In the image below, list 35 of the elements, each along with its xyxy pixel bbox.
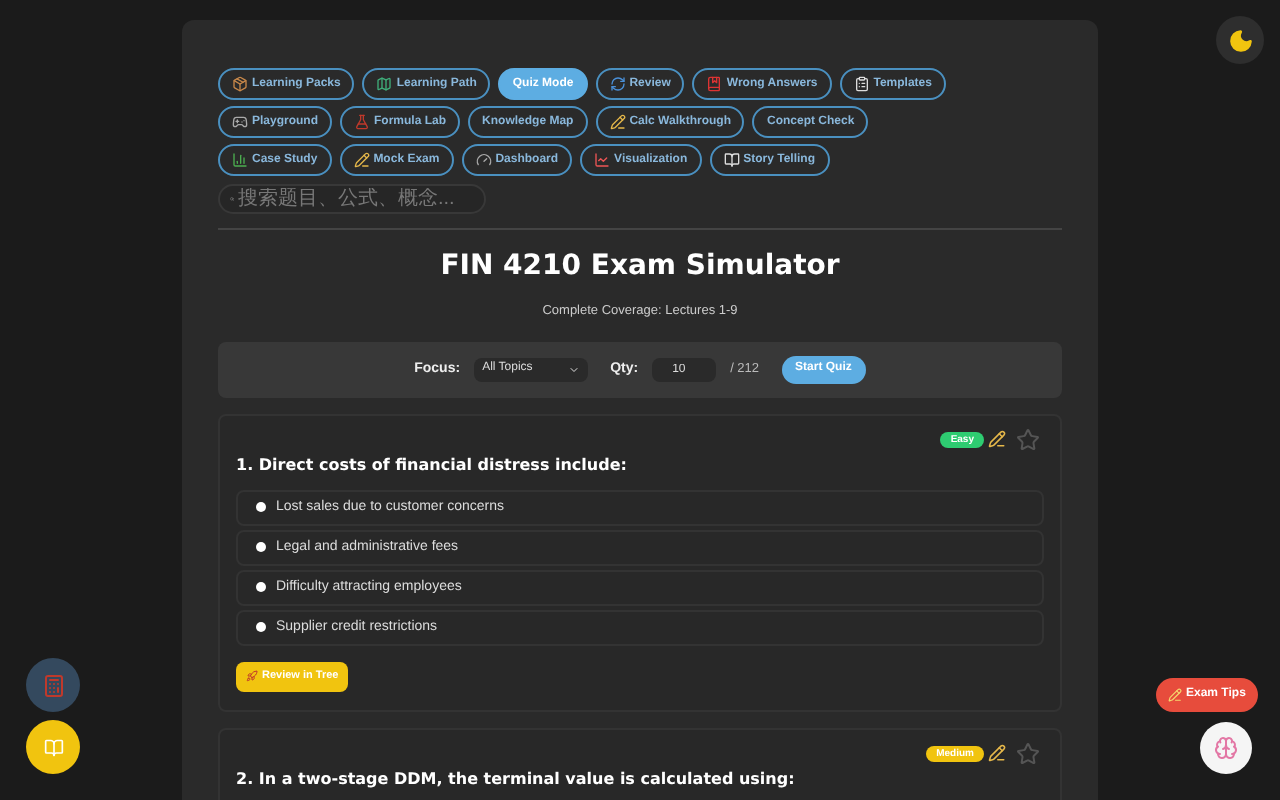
tab-icon — [232, 152, 248, 168]
brain-icon — [1214, 736, 1238, 760]
note-icon — [1168, 688, 1182, 702]
radio-icon — [256, 622, 266, 633]
tab-icon — [475, 152, 492, 168]
note-icon[interactable] — [988, 744, 1006, 763]
radio-icon — [256, 582, 266, 593]
brain-button[interactable] — [1200, 722, 1252, 774]
tab-icon — [723, 152, 740, 168]
radio-icon — [256, 502, 266, 513]
tab-icon — [353, 152, 370, 168]
tab-icon — [853, 76, 870, 92]
tab-icon — [376, 76, 393, 92]
star-icon[interactable] — [1016, 427, 1040, 452]
page-title: FIN 4210 Exam Simulator — [438, 248, 842, 286]
radio-icon — [256, 542, 266, 553]
calculator-icon — [41, 673, 65, 697]
caret-icon — [568, 363, 581, 376]
search-field[interactable]: 搜索题目、公式、概念... — [218, 184, 486, 214]
tab-icon — [232, 114, 248, 130]
question-text: 1. Direct costs of financial distress include: — [236, 453, 629, 478]
rocket-icon — [246, 670, 258, 683]
tab-icon — [594, 152, 611, 168]
note-icon[interactable] — [988, 430, 1006, 449]
book-button[interactable] — [26, 720, 80, 774]
tab-icon — [354, 114, 371, 130]
question-text: 2. In a two-stage DDM, the terminal value is calculated using: — [236, 767, 797, 792]
tab-icon — [706, 76, 723, 92]
star-icon[interactable] — [1016, 741, 1040, 766]
tab-icon — [232, 76, 248, 92]
theme-toggle[interactable] — [1216, 16, 1264, 64]
tab-icon — [609, 76, 626, 92]
tab-icon — [609, 114, 626, 130]
book-icon — [43, 737, 63, 757]
moon-icon — [1227, 27, 1253, 53]
